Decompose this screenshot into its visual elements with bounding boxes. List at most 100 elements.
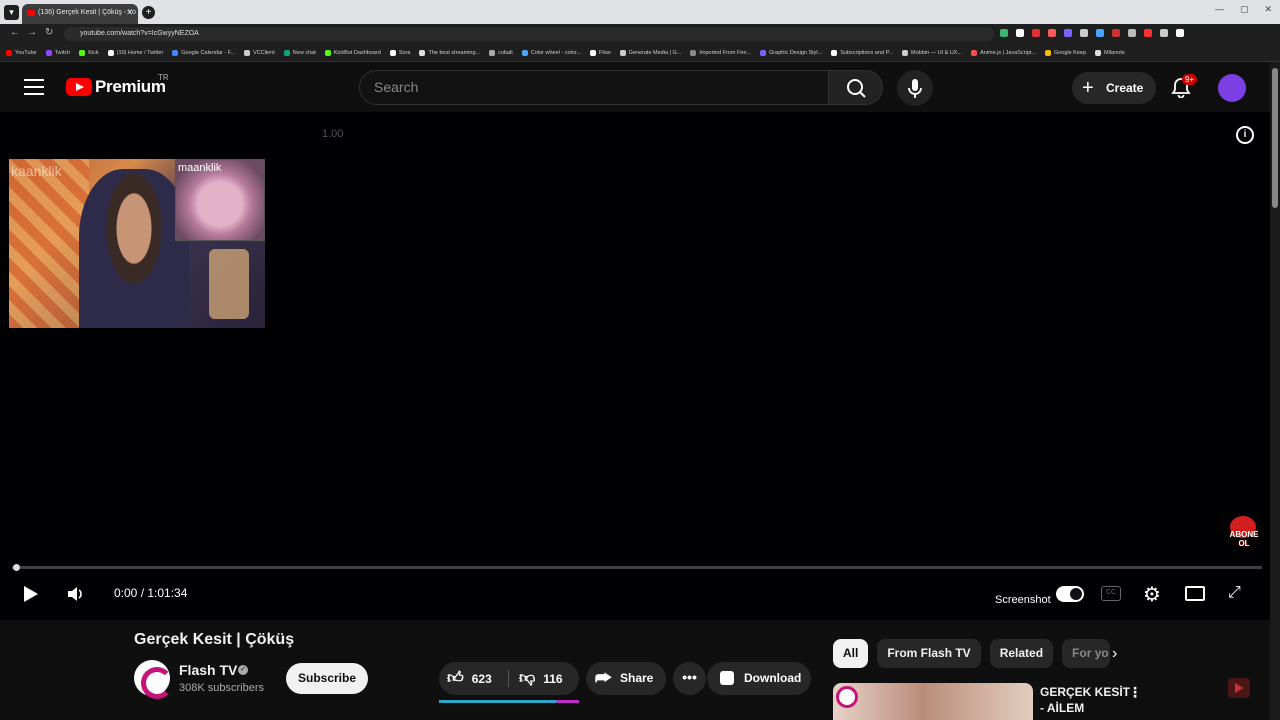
bookmark-item[interactable]: YouTube [6, 49, 37, 56]
create-button[interactable]: + Create [1072, 72, 1156, 104]
bookmark-item[interactable]: KickBot Dashboard [324, 49, 381, 56]
bookmark-label: Imported From Fire... [699, 49, 752, 56]
chip-related[interactable]: Related [989, 639, 1054, 668]
minimize-icon[interactable]: — [1215, 4, 1224, 15]
gear-icon[interactable]: ⚙ [1143, 582, 1161, 607]
bookmark-label: Color wheel - color... [530, 49, 581, 56]
download-button[interactable]: Download [707, 662, 811, 695]
like-ratio-bar [439, 700, 579, 703]
channel-name[interactable]: Flash TV [179, 662, 237, 678]
bookmark-favicon-icon [45, 49, 52, 56]
extension-icon[interactable] [1032, 29, 1040, 37]
bookmark-item[interactable]: Google Keep [1044, 49, 1086, 56]
tab-close-icon[interactable]: ✕ [126, 4, 133, 22]
info-icon[interactable]: i [1236, 126, 1254, 144]
youtube-premium-logo[interactable]: Premium [66, 77, 166, 97]
voice-search-button[interactable] [897, 70, 933, 106]
theater-mode-icon[interactable] [1185, 586, 1205, 601]
subscribe-button[interactable]: Subscribe [286, 663, 368, 694]
extension-icon[interactable] [1144, 29, 1152, 37]
share-button[interactable]: ⮫ Share [586, 662, 666, 695]
subtitles-icon[interactable]: CC [1101, 586, 1121, 601]
new-tab-button[interactable]: + [142, 6, 155, 19]
more-actions-button[interactable]: ••• [673, 662, 706, 695]
bookmark-item[interactable]: cobalt [489, 49, 513, 56]
extension-icon[interactable] [1080, 29, 1088, 37]
dislike-button[interactable]: 👎︎ 116 [519, 662, 563, 695]
extension-icon[interactable] [1016, 29, 1024, 37]
bookmark-item[interactable]: Color wheel - color... [521, 49, 581, 56]
webcam-overlay: kaanklik maanklik [9, 159, 265, 328]
tab-search-button[interactable]: ▾ [4, 5, 19, 20]
extension-icon[interactable] [1064, 29, 1072, 37]
account-avatar[interactable] [1218, 74, 1246, 102]
close-window-icon[interactable]: ✕ [1264, 4, 1272, 15]
subscribe-watermark[interactable]: ABONE OL [1226, 516, 1262, 550]
bookmark-item[interactable]: Twitch [45, 49, 70, 56]
bookmark-label: Anime.js | JavaScript... [980, 49, 1036, 56]
extension-icon[interactable] [1160, 29, 1168, 37]
recommendation-chips: All From Flash TV Related For yo [833, 639, 1111, 668]
bookmark-item[interactable]: Subscriptions and P... [831, 49, 894, 56]
bookmark-item[interactable]: Milanote [1095, 49, 1125, 56]
search-input[interactable]: Search [359, 70, 829, 105]
menu-icon[interactable] [24, 79, 44, 95]
extension-icon[interactable] [1112, 29, 1120, 37]
channel-avatar[interactable] [134, 660, 173, 699]
bookmark-item[interactable]: Sora [389, 49, 410, 56]
maximize-icon[interactable]: ▢ [1240, 4, 1249, 15]
chip-from-channel[interactable]: From Flash TV [877, 639, 981, 668]
back-arrow-icon[interactable]: ← [10, 27, 20, 38]
like-count: 623 [471, 672, 492, 686]
bookmark-item[interactable]: Imported From Fire... [690, 49, 752, 56]
bookmark-item[interactable]: New chat [283, 49, 316, 56]
bookmarks-bar: YouTube Twitch Kick (10) Home / Twitter Goog… [0, 44, 1280, 62]
scrollbar-thumb[interactable] [1272, 68, 1278, 208]
extension-icon[interactable] [1128, 29, 1136, 37]
volume-icon[interactable] [66, 584, 86, 609]
bookmark-item[interactable]: Flow [589, 49, 611, 56]
like-button[interactable]: 👍︎ 623 [447, 662, 492, 695]
video-title: Gerçek Kesit | Çöküş [134, 631, 295, 648]
webcam-lamp [209, 249, 249, 319]
bookmark-item[interactable]: (10) Home / Twitter [107, 49, 163, 56]
bookmark-item[interactable]: The best streaming... [419, 49, 480, 56]
scrubber-handle[interactable] [13, 564, 20, 571]
miniplayer-icon[interactable] [1228, 678, 1250, 698]
bookmark-label: Subscriptions and P... [840, 49, 894, 56]
extension-icon[interactable] [1048, 29, 1056, 37]
page-scrollbar[interactable] [1270, 62, 1280, 720]
bookmark-label: cobalt [498, 49, 513, 56]
reload-icon[interactable]: ↻ [45, 27, 53, 38]
chip-all[interactable]: All [833, 639, 869, 668]
video-player[interactable]: 1.00 i kaanklik maanklik ABONE OL 0:00 /… [0, 112, 1270, 620]
screenshot-toggle[interactable] [1056, 586, 1084, 602]
recommendation-thumbnail[interactable] [833, 683, 1033, 720]
bookmark-favicon-icon [831, 49, 838, 56]
bookmark-item[interactable]: Google Calendar - F... [172, 49, 235, 56]
play-icon[interactable] [24, 586, 38, 602]
extension-icon[interactable] [1000, 29, 1008, 37]
bookmark-item[interactable]: Graphic Design Styl... [760, 49, 822, 56]
progress-bar[interactable] [12, 564, 1262, 571]
browser-tab[interactable]: (136) Gerçek Kesit | Çöküş - Yo ✕ [22, 4, 138, 24]
chip-for-you[interactable]: For yo [1062, 639, 1111, 668]
address-bar-row: ← → ↻ youtube.com/watch?v=IcGwyyNEZOA [0, 24, 1280, 44]
forward-arrow-icon[interactable]: → [27, 27, 37, 38]
fullscreen-icon[interactable]: ⤢ [1228, 584, 1241, 602]
bookmark-favicon-icon [619, 49, 626, 56]
bookmark-item[interactable]: VCClient [244, 49, 275, 56]
bookmark-item[interactable]: Anime.js | JavaScript... [971, 49, 1036, 56]
window-controls: — ▢ ✕ [1215, 4, 1272, 15]
bookmark-item[interactable]: Kick [79, 49, 99, 56]
kebab-menu-icon[interactable]: ⋮ [1128, 684, 1142, 701]
chevron-right-icon[interactable]: › [1112, 645, 1117, 663]
extensions-puzzle-icon[interactable] [1176, 29, 1184, 37]
bookmark-item[interactable]: Mobbin — UI & UX... [902, 49, 962, 56]
bookmark-favicon-icon [971, 49, 978, 56]
url-field[interactable]: youtube.com/watch?v=IcGwyyNEZOA [64, 27, 994, 41]
bookmark-item[interactable]: Generate Media | G... [619, 49, 681, 56]
search-button[interactable] [828, 70, 883, 105]
recommendation-title[interactable]: GERÇEK KESİT - AİLEM [1040, 684, 1130, 716]
extension-icon[interactable] [1096, 29, 1104, 37]
